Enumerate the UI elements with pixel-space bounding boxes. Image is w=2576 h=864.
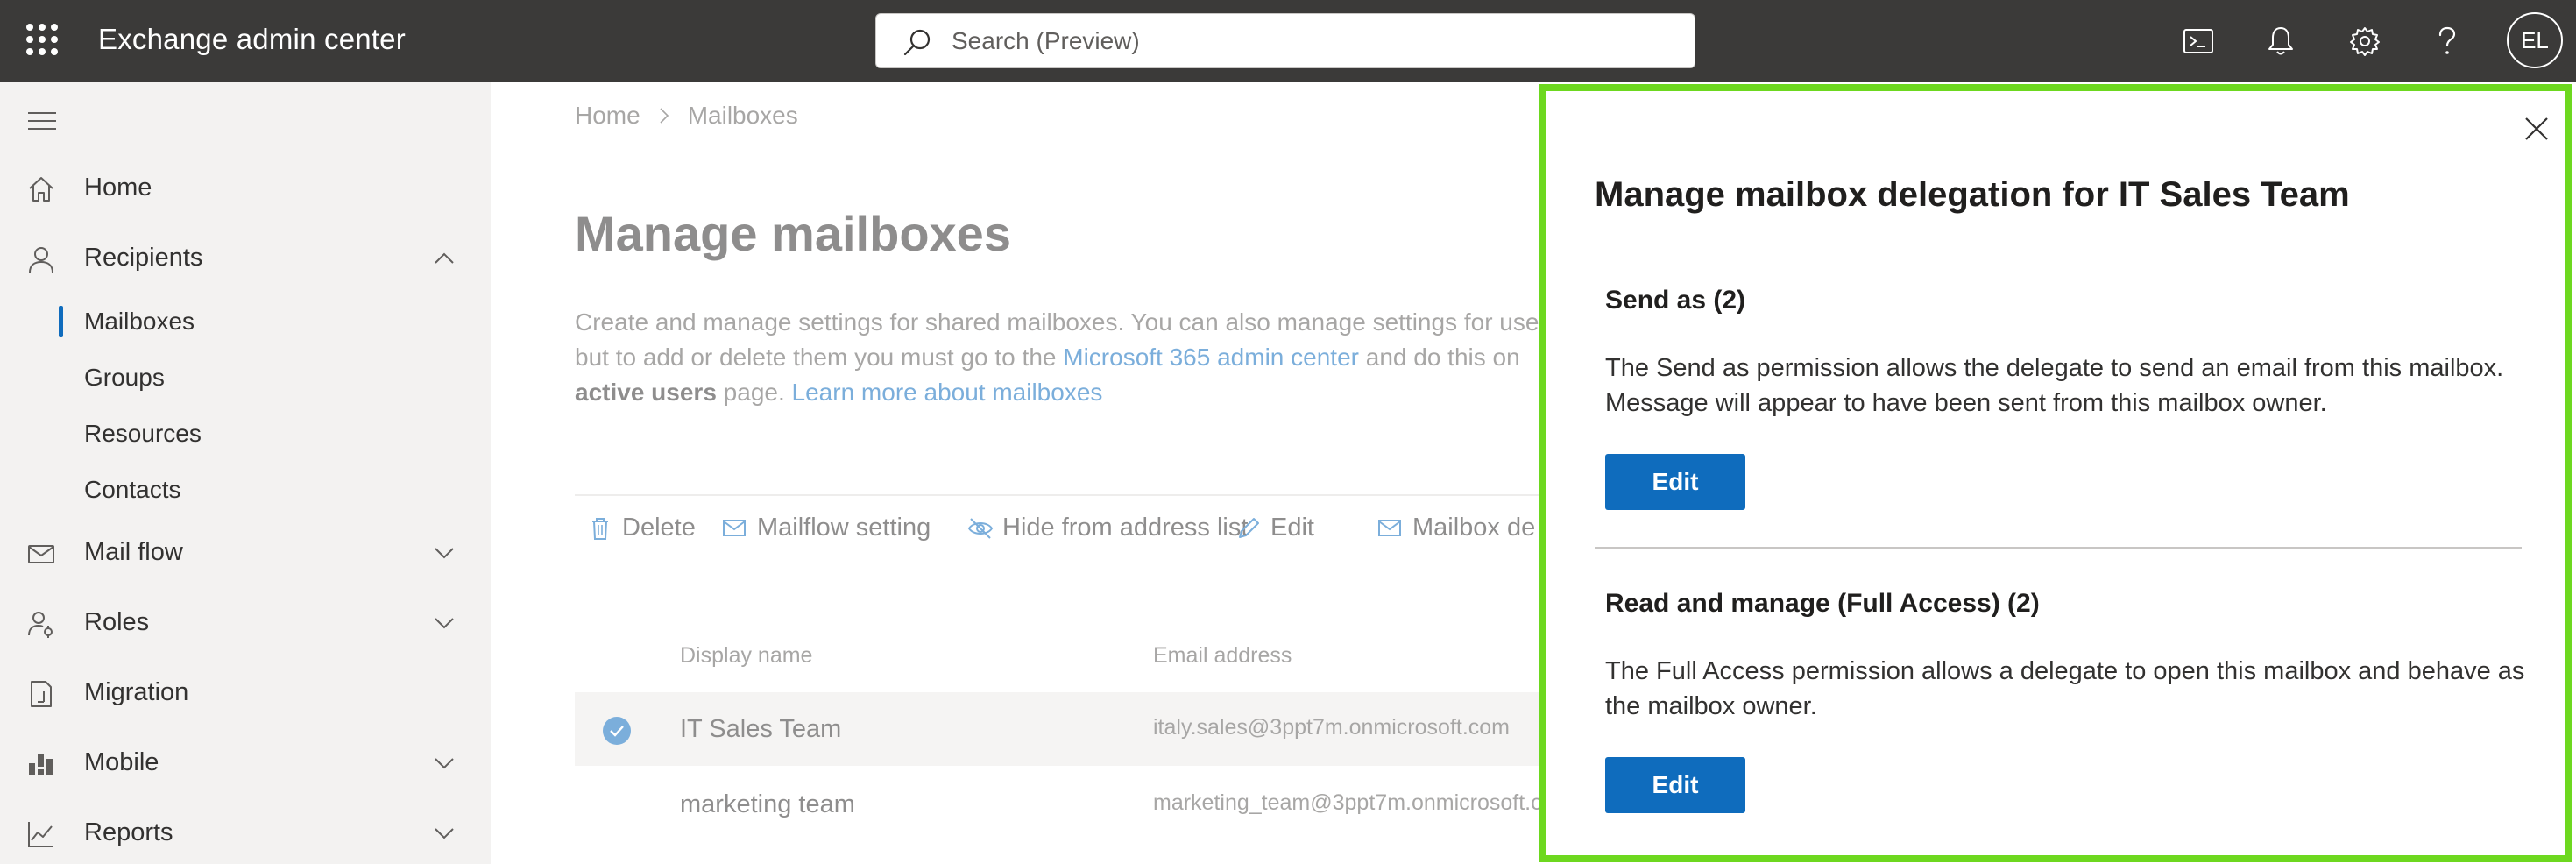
edit-button[interactable]: Edit	[1235, 513, 1314, 542]
close-icon[interactable]	[2522, 114, 2551, 144]
cell-display-name[interactable]: IT Sales Team	[680, 715, 841, 744]
description-line: but to add or delete them you must go to…	[575, 340, 1591, 375]
app-title[interactable]: Exchange admin center	[98, 23, 406, 56]
description-line: Create and manage settings for shared ma…	[575, 308, 1547, 336]
eye-hide-icon	[967, 517, 994, 539]
full-access-description: The Full Access permission allows a dele…	[1605, 657, 2525, 720]
mobile-icon	[29, 754, 53, 775]
mail-settings-icon	[723, 519, 746, 536]
search-input[interactable]	[952, 25, 1670, 58]
learn-more-link[interactable]: Learn more about mailboxes	[792, 379, 1103, 406]
sidebar-subitem-label: Groups	[84, 364, 165, 391]
mailflow-setting-button[interactable]: Mailflow setting	[722, 513, 931, 542]
breadcrumb-current: Mailboxes	[687, 102, 798, 129]
home-icon	[29, 177, 53, 202]
cell-display-name[interactable]: marketing team	[680, 790, 855, 819]
mailflow-label: Mailflow setting	[757, 513, 931, 542]
cloud-shell-icon[interactable]	[2180, 23, 2217, 60]
breadcrumb-home[interactable]: Home	[575, 102, 640, 130]
sidebar-item-label: Recipients	[84, 244, 203, 272]
edit-label: Edit	[1270, 513, 1314, 542]
page-title: Manage mailboxes	[575, 206, 1011, 261]
command-bar: Delete Mailflow setting Hide from addres…	[575, 494, 1626, 564]
trash-icon	[592, 517, 608, 540]
full-access-edit-button[interactable]: Edit	[1605, 757, 1745, 813]
breadcrumb: Home Mailboxes	[575, 102, 798, 130]
settings-gear-icon[interactable]	[2346, 23, 2383, 60]
sidebar-subitem-label: Mailboxes	[84, 308, 195, 335]
search-icon	[903, 29, 931, 56]
chevron-down-icon[interactable]	[433, 542, 456, 563]
column-header-email[interactable]: Email address	[1153, 643, 1292, 669]
mailbox-delegation-panel: Manage mailbox delegation for IT Sales T…	[1539, 84, 2572, 862]
sidebar-item-roles[interactable]: Roles	[0, 597, 491, 649]
chevron-down-icon[interactable]	[433, 613, 456, 634]
hide-from-address-list-button[interactable]: Hide from address list	[967, 513, 1248, 542]
sidebar-item-home[interactable]: Home	[0, 162, 491, 215]
table-row[interactable]: marketing team marketing_team@3ppt7m.onm…	[575, 768, 1626, 841]
description-text: and do this on	[1358, 343, 1520, 371]
mail-delegation-icon	[1378, 519, 1401, 536]
chevron-right-icon	[660, 108, 669, 124]
checkmark-icon[interactable]	[603, 717, 631, 745]
sidebar-item-reports[interactable]: Reports	[0, 807, 491, 860]
page-description: Create and manage settings for shared ma…	[575, 305, 1591, 410]
section-divider	[1595, 547, 2522, 549]
send-as-edit-button[interactable]: Edit	[1605, 454, 1745, 510]
sidebar-subitem-contacts[interactable]: Contacts	[0, 467, 491, 513]
roles-icon	[28, 612, 53, 638]
sidebar-nav: Home Recipients Mailboxes Groups Resourc…	[0, 82, 491, 864]
sidebar-subitem-label: Contacts	[84, 476, 181, 503]
sidebar-item-label: Mail flow	[84, 538, 183, 566]
send-as-title: Send as (2)	[1605, 286, 1746, 315]
chevron-down-icon[interactable]	[433, 823, 456, 844]
hide-label: Hide from address list	[1002, 513, 1249, 542]
help-question-icon[interactable]	[2429, 23, 2466, 60]
m365-admin-center-link[interactable]: Microsoft 365 admin center	[1063, 343, 1359, 371]
description-text: page.	[716, 379, 792, 406]
send-as-description: The Send as permission allows the delega…	[1605, 354, 2504, 417]
delete-button[interactable]: Delete	[587, 513, 696, 542]
pencil-icon	[1239, 517, 1259, 538]
sidebar-item-label: Home	[84, 174, 152, 202]
collapse-nav-icon[interactable]	[28, 112, 56, 133]
app-launcher-icon[interactable]	[26, 24, 58, 55]
description-bold: active users	[575, 379, 717, 406]
person-icon	[29, 247, 53, 273]
description-text: but to add or delete them you must go to…	[575, 343, 1064, 371]
sidebar-item-label: Migration	[84, 678, 189, 706]
sidebar-item-recipients[interactable]: Recipients	[0, 232, 491, 285]
chevron-down-icon[interactable]	[433, 753, 456, 774]
sidebar-item-label: Roles	[84, 608, 150, 636]
sidebar-item-mail-flow[interactable]: Mail flow	[0, 527, 491, 579]
user-avatar[interactable]: EL	[2507, 12, 2563, 68]
cell-email: italy.sales@3ppt7m.onmicrosoft.com	[1153, 715, 1511, 740]
notifications-bell-icon[interactable]	[2262, 23, 2299, 60]
active-indicator	[59, 306, 63, 337]
sidebar-subitem-groups[interactable]: Groups	[0, 355, 491, 400]
sidebar-subitem-mailboxes[interactable]: Mailboxes	[0, 299, 491, 344]
delegation-label: Mailbox de	[1412, 513, 1536, 542]
panel-title: Manage mailbox delegation for IT Sales T…	[1595, 175, 2350, 214]
search-box[interactable]	[875, 13, 1695, 68]
reports-icon	[28, 822, 53, 847]
sidebar-item-migration[interactable]: Migration	[0, 667, 491, 719]
sidebar-subitem-label: Resources	[84, 420, 202, 447]
sidebar-item-label: Reports	[84, 818, 173, 846]
full-access-title: Read and manage (Full Access) (2)	[1605, 589, 2040, 618]
table-row[interactable]: IT Sales Team italy.sales@3ppt7m.onmicro…	[575, 692, 1626, 766]
mailbox-delegation-button[interactable]: Mailbox de	[1377, 513, 1535, 542]
chevron-up-icon[interactable]	[433, 248, 456, 269]
sidebar-subitem-resources[interactable]: Resources	[0, 411, 491, 457]
delete-label: Delete	[622, 513, 696, 542]
mail-icon	[28, 545, 54, 563]
sidebar-item-mobile[interactable]: Mobile	[0, 737, 491, 790]
top-bar: Exchange admin center EL	[0, 0, 2576, 82]
description-line: active users page. Learn more about mail…	[575, 375, 1591, 410]
sidebar-item-label: Mobile	[84, 748, 159, 776]
cell-email: marketing_team@3ppt7m.onmicrosoft.co	[1153, 790, 1554, 815]
migration-icon	[31, 681, 52, 707]
column-header-display-name[interactable]: Display name	[680, 643, 812, 669]
